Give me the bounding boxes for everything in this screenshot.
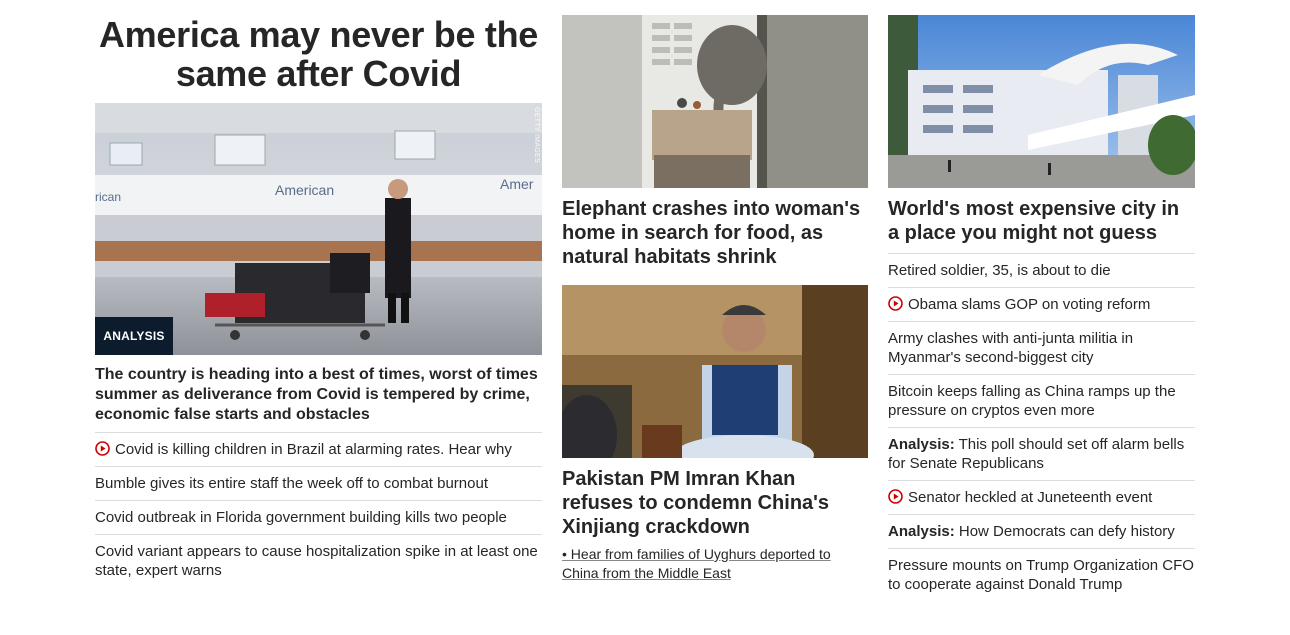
lead-headline[interactable]: America may never be the same after Covi… — [95, 15, 542, 103]
list-item[interactable]: Analysis: How Democrats can defy history — [888, 515, 1195, 549]
list-item[interactable]: Bumble gives its entire staff the week o… — [95, 467, 542, 501]
list-item-link[interactable]: Army clashes with anti-junta militia in … — [888, 330, 1133, 366]
play-video-icon — [95, 441, 110, 456]
list-item[interactable]: Analysis: This poll should set off alarm… — [888, 428, 1195, 481]
list-item[interactable]: Covid variant appears to cause hospitali… — [95, 535, 542, 587]
list-item-link[interactable]: Senator heckled at Juneteenth event — [908, 489, 1152, 506]
lead-subheadline[interactable]: The country is heading into a best of ti… — [95, 365, 542, 433]
svg-text:American: American — [275, 182, 334, 198]
play-video-icon — [888, 296, 903, 311]
list-item[interactable]: Senator heckled at Juneteenth event — [888, 481, 1195, 515]
ashgabat-photo[interactable] — [888, 15, 1195, 188]
list-item[interactable]: Covid is killing children in Brazil at a… — [95, 433, 542, 467]
list-item-link[interactable]: Bumble gives its entire staff the week o… — [95, 475, 488, 492]
elephant-photo[interactable] — [562, 15, 868, 188]
list-item-link[interactable]: Covid outbreak in Florida government bui… — [95, 509, 507, 526]
list-item-link[interactable]: Bitcoin keeps falling as China ramps up … — [888, 383, 1176, 419]
right-headline-list: Retired soldier, 35, is about to die Oba… — [888, 254, 1195, 601]
uyghur-related-link[interactable]: • Hear from families of Uyghurs deported… — [562, 545, 868, 583]
imran-khan-headline[interactable]: Pakistan PM Imran Khan refuses to condem… — [562, 467, 868, 539]
list-item[interactable]: Retired soldier, 35, is about to die — [888, 254, 1195, 288]
photo-credit: GETTY IMAGES — [533, 107, 540, 163]
analysis-prefix: Analysis: — [888, 436, 955, 453]
expensive-city-headline[interactable]: World's most expensive city in a place y… — [888, 197, 1195, 254]
lead-photo-airport[interactable]: American Amer rican GETTY IMAGES ANALYSI… — [95, 103, 542, 355]
svg-text:rican: rican — [95, 190, 121, 204]
lead-related-list: Covid is killing children in Brazil at a… — [95, 433, 542, 587]
list-item-link[interactable]: Retired soldier, 35, is about to die — [888, 262, 1111, 279]
list-item-link[interactable]: How Democrats can defy history — [955, 523, 1175, 540]
list-item[interactable]: Covid outbreak in Florida government bui… — [95, 501, 542, 535]
list-item-link[interactable]: Obama slams GOP on voting reform — [908, 296, 1150, 313]
elephant-headline[interactable]: Elephant crashes into woman's home in se… — [562, 197, 868, 269]
list-item-link[interactable]: Covid variant appears to cause hospitali… — [95, 543, 538, 579]
list-item[interactable]: Army clashes with anti-junta militia in … — [888, 322, 1195, 375]
list-item-link[interactable]: Pressure mounts on Trump Organization CF… — [888, 557, 1194, 593]
right-column: World's most expensive city in a place y… — [888, 15, 1195, 601]
analysis-prefix: Analysis: — [888, 523, 955, 540]
list-item[interactable]: Bitcoin keeps falling as China ramps up … — [888, 375, 1195, 428]
lead-story: America may never be the same after Covi… — [95, 15, 542, 587]
imran-khan-photo[interactable] — [562, 285, 868, 458]
uyghur-related-text[interactable]: • Hear from families of Uyghurs deported… — [562, 546, 831, 581]
middle-column: Elephant crashes into woman's home in se… — [562, 15, 868, 583]
list-item[interactable]: Pressure mounts on Trump Organization CF… — [888, 549, 1195, 601]
play-video-icon — [888, 489, 903, 504]
list-item[interactable]: Obama slams GOP on voting reform — [888, 288, 1195, 322]
list-item-link[interactable]: Covid is killing children in Brazil at a… — [115, 441, 512, 458]
svg-text:Amer: Amer — [500, 176, 534, 192]
analysis-tag: ANALYSIS — [95, 317, 173, 355]
